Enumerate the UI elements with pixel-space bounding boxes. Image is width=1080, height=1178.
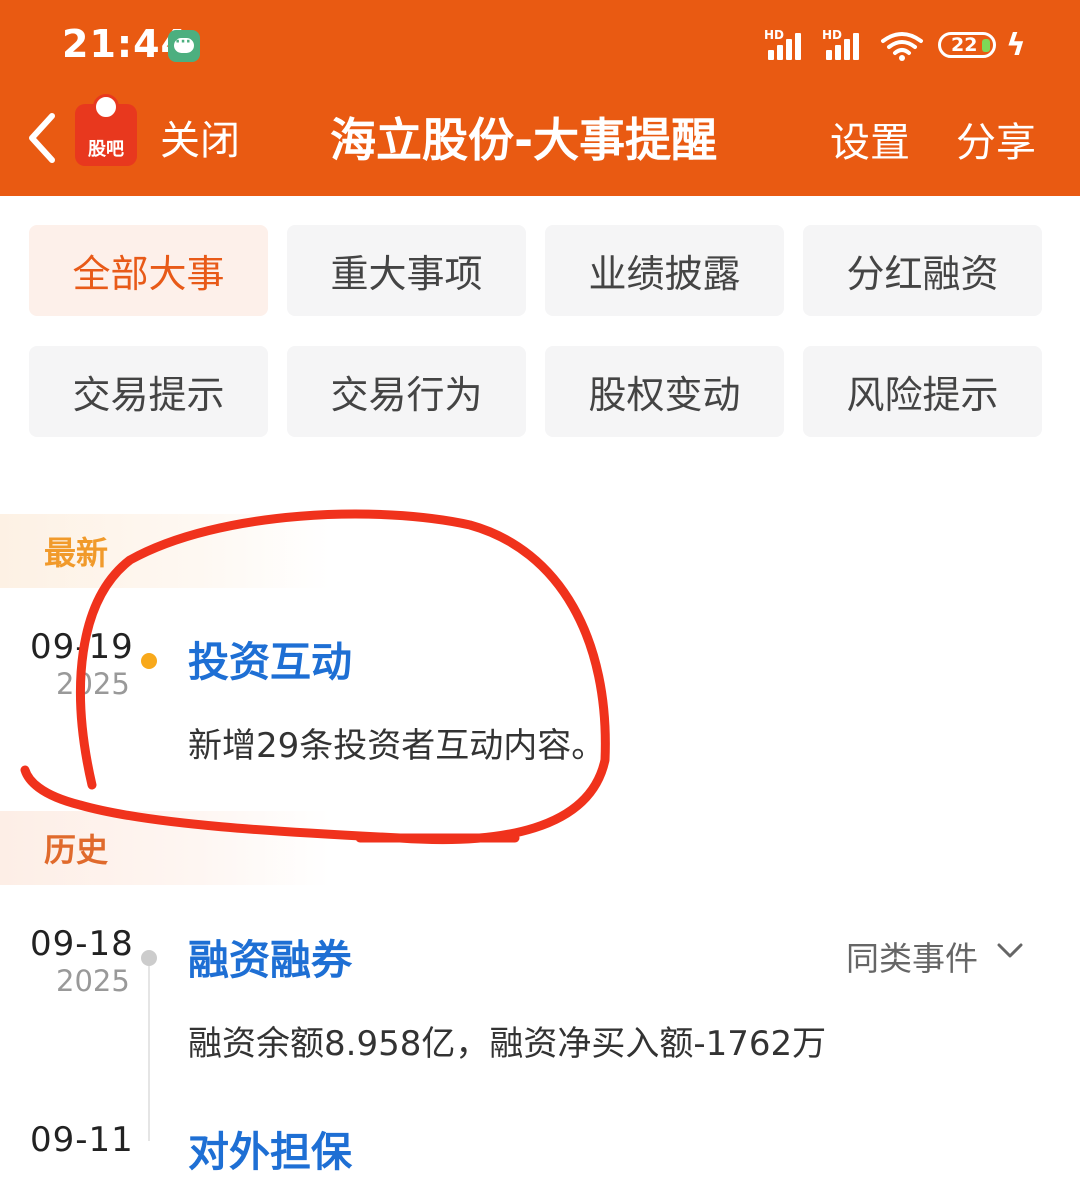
close-button[interactable]: 关闭 [160, 108, 240, 166]
event-date: 09-19 [30, 627, 134, 667]
signal-icon: HD [764, 28, 810, 60]
event-title-external-guarantee[interactable]: 对外担保 [188, 1118, 352, 1178]
battery-icon: 22 [938, 32, 996, 58]
chevron-down-icon[interactable] [996, 940, 1024, 962]
chat-bubble-icon [168, 30, 200, 62]
filter-major-matters[interactable]: 重大事项 [287, 225, 526, 316]
logo-text: 股吧 [88, 139, 124, 160]
guba-logo[interactable]: 股吧 [75, 94, 137, 166]
timeline-dot-latest [141, 653, 157, 669]
section-history: 历史 [0, 811, 330, 885]
event-year: 2025 [56, 964, 130, 998]
filter-dividend-financing[interactable]: 分红融资 [803, 225, 1042, 316]
filter-trading-tips[interactable]: 交易提示 [29, 346, 268, 437]
filter-earnings[interactable]: 业绩披露 [545, 225, 784, 316]
section-latest: 最新 [0, 514, 330, 588]
filter-all-events[interactable]: 全部大事 [29, 225, 268, 316]
event-year: 2025 [56, 667, 130, 701]
hd-label: HD [764, 28, 785, 42]
event-description[interactable]: 新增29条投资者互动内容。 [188, 718, 605, 767]
similar-events-dropdown[interactable]: 同类事件 [846, 932, 978, 980]
event-title-margin-trading[interactable]: 融资融券 [188, 926, 352, 986]
battery-level: 22 [951, 34, 978, 56]
filter-trading-behavior[interactable]: 交易行为 [287, 346, 526, 437]
event-date: 09-11 [30, 1120, 134, 1160]
event-description[interactable]: 融资余额8.958亿，融资净买入额-1762万 [188, 1016, 826, 1065]
event-date: 09-18 [30, 924, 134, 964]
signal-icon-2: HD [822, 28, 868, 60]
page-title: 海立股份-大事提醒 [330, 113, 718, 167]
charging-icon: ϟ [1006, 28, 1026, 63]
filter-risk-warning[interactable]: 风险提示 [803, 346, 1042, 437]
event-title-investor-interaction[interactable]: 投资互动 [188, 628, 352, 688]
filter-equity-change[interactable]: 股权变动 [545, 346, 784, 437]
app-header: 21:44 HD HD 22 ϟ 股吧 关闭 海立股份-大事提醒 设置 分享 [0, 0, 1080, 196]
back-arrow-icon[interactable] [22, 110, 62, 166]
share-button[interactable]: 分享 [956, 110, 1036, 168]
timeline-line [148, 966, 150, 1141]
hd-label-2: HD [822, 28, 843, 42]
timeline-dot [141, 950, 157, 966]
settings-button[interactable]: 设置 [830, 110, 910, 168]
wifi-icon [881, 32, 923, 61]
